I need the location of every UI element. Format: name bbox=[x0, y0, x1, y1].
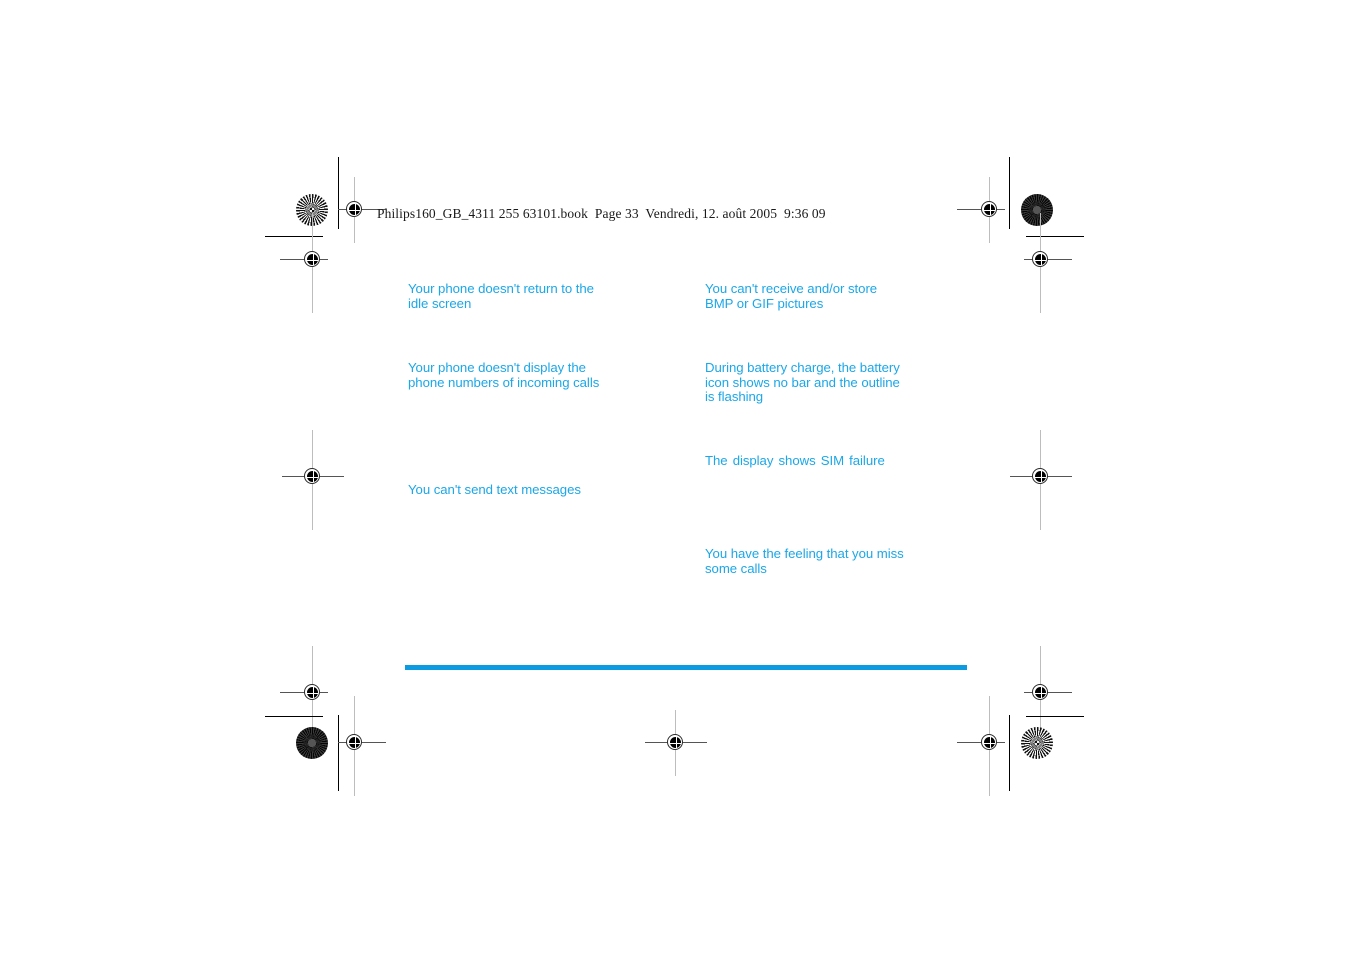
crop-mark-right-upper-horizontal bbox=[1026, 236, 1084, 237]
registration-target-left-lower bbox=[280, 646, 330, 746]
registration-dot bbox=[1035, 471, 1046, 482]
registration-dot bbox=[349, 737, 360, 748]
crop-mark-top-right-vertical bbox=[1009, 157, 1010, 229]
registration-target-top-left-inner bbox=[338, 177, 386, 243]
registration-dot bbox=[984, 204, 995, 215]
registration-target-bottom-left-inner bbox=[338, 696, 386, 796]
troubleshoot-heading-battery-charge: During battery charge, the battery icon … bbox=[705, 360, 900, 404]
registration-dot bbox=[307, 254, 318, 265]
registration-target-bottom-center bbox=[645, 710, 707, 776]
registration-target-top-right-inner bbox=[957, 177, 1007, 243]
registration-target-right-upper bbox=[1024, 213, 1072, 313]
registration-dot bbox=[307, 687, 318, 698]
troubleshoot-heading-sim-failure: The display shows SIM failure bbox=[705, 453, 885, 468]
registration-target-right-lower bbox=[1024, 646, 1072, 746]
registration-dot bbox=[307, 471, 318, 482]
registration-dot bbox=[984, 737, 995, 748]
crop-mark-left-lower-horizontal bbox=[265, 716, 323, 717]
footer-blue-rule bbox=[405, 665, 967, 670]
star-burst-target-bottom-left bbox=[296, 727, 328, 759]
star-burst-target-bottom-right bbox=[1021, 727, 1053, 759]
troubleshoot-heading-bmp-gif: You can't receive and/or store BMP or GI… bbox=[705, 281, 878, 311]
troubleshoot-heading-missed-calls: You have the feeling that you miss some … bbox=[705, 546, 904, 576]
registration-dot bbox=[670, 737, 681, 748]
troubleshoot-heading-idle-screen: Your phone doesn't return to the idle sc… bbox=[408, 281, 594, 311]
registration-target-left-middle bbox=[282, 430, 344, 530]
star-burst-target-top-right bbox=[1021, 194, 1053, 226]
registration-dot bbox=[1035, 254, 1046, 265]
registration-target-right-middle bbox=[1010, 430, 1072, 530]
registration-target-left-upper bbox=[280, 213, 330, 313]
page-header-metadata: Philips160_GB_4311 255 63101.book Page 3… bbox=[377, 206, 826, 221]
registration-dot bbox=[1035, 687, 1046, 698]
crop-mark-bottom-right-vertical bbox=[1009, 715, 1010, 791]
troubleshoot-heading-send-text: You can't send text messages bbox=[408, 482, 581, 497]
registration-target-bottom-right-inner bbox=[957, 696, 1007, 796]
troubleshoot-heading-incoming-numbers: Your phone doesn't display the phone num… bbox=[408, 360, 600, 390]
scanned-page: Philips160_GB_4311 255 63101.book Page 3… bbox=[0, 0, 1351, 954]
crop-mark-left-upper-horizontal bbox=[265, 236, 323, 237]
crop-mark-right-lower-horizontal bbox=[1026, 716, 1084, 717]
registration-dot bbox=[349, 204, 360, 215]
